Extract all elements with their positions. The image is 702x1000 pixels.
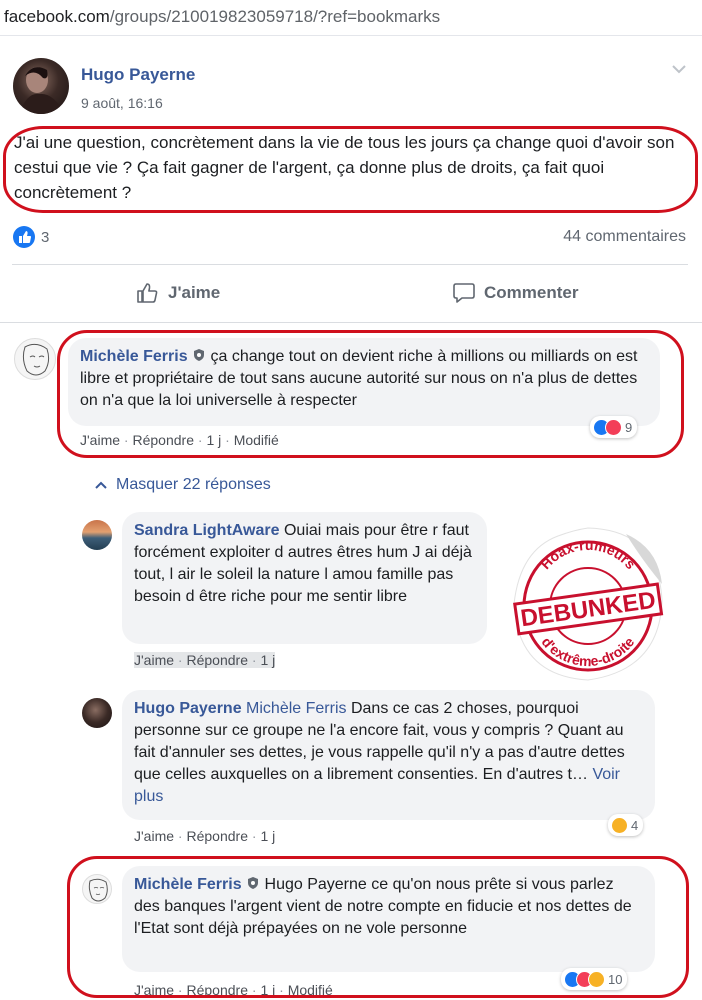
url-path: /groups/210019823059718/?ref=bookmarks [109, 7, 441, 26]
separator-1: · [177, 652, 183, 668]
like-link[interactable]: J'aime [134, 828, 174, 844]
chevron-down-icon[interactable] [670, 60, 688, 78]
debunked-stamp: Hoax-rumeurs d'extrême-droite DEBUNKED [508, 520, 668, 690]
like-label: J'aime [168, 283, 221, 302]
comment-bubble: Sandra LightAware Ouiai mais pour être r… [122, 512, 487, 644]
like-link[interactable]: J'aime [134, 652, 174, 668]
separator-2: · [251, 828, 257, 844]
url-domain: facebook.com [4, 7, 110, 26]
chevron-up-icon [95, 481, 107, 489]
reply-link[interactable]: Répondre [186, 652, 248, 668]
like-icon [13, 226, 35, 248]
comment-actions: J'aime · Répondre · 1 j [134, 652, 276, 668]
thumbs-up-icon [137, 283, 158, 303]
comment-icon [453, 283, 475, 303]
haha-reaction-icon [611, 816, 628, 834]
highlight-circle [67, 856, 689, 998]
like-button[interactable]: J'aime [136, 282, 220, 304]
like-count: 3 [41, 228, 50, 246]
divider [12, 264, 688, 265]
comment-actions: J'aime · Répondre · 1 j [134, 828, 275, 844]
post-date[interactable]: 9 août, 16:16 [81, 95, 163, 111]
comment-bubble: Hugo Payerne Michèle Ferris Dans ce cas … [122, 690, 655, 820]
reaction-count: 4 [631, 817, 639, 833]
separator-1: · [177, 828, 183, 844]
comment-button[interactable]: Commenter [452, 282, 578, 304]
commenter-avatar[interactable] [14, 338, 56, 380]
mention-link[interactable]: Michèle Ferris [246, 700, 346, 717]
author-avatar[interactable] [13, 58, 69, 114]
comment-label: Commenter [484, 283, 579, 302]
highlight-circle [57, 330, 684, 458]
post-author[interactable]: Hugo Payerne [81, 65, 195, 85]
timestamp[interactable]: 1 j [260, 828, 275, 844]
highlight-circle [3, 126, 698, 213]
commenter-avatar[interactable] [82, 698, 112, 728]
reaction-badge[interactable]: 4 [608, 814, 644, 836]
separator-2: · [251, 652, 257, 668]
timestamp[interactable]: 1 j [260, 652, 275, 668]
hide-replies-label: Masquer 22 réponses [116, 476, 271, 493]
commenter-avatar[interactable] [82, 520, 112, 550]
comment-author[interactable]: Sandra LightAware [134, 522, 280, 539]
post-reactions[interactable]: 3 [13, 226, 49, 248]
reply-link[interactable]: Répondre [186, 828, 248, 844]
comment-author[interactable]: Hugo Payerne [134, 700, 242, 717]
divider [0, 322, 702, 323]
hide-replies-link[interactable]: Masquer 22 réponses [94, 476, 271, 494]
address-bar[interactable]: facebook.com/groups/210019823059718/?ref… [0, 0, 702, 36]
comments-count[interactable]: 44 commentaires [563, 228, 686, 246]
